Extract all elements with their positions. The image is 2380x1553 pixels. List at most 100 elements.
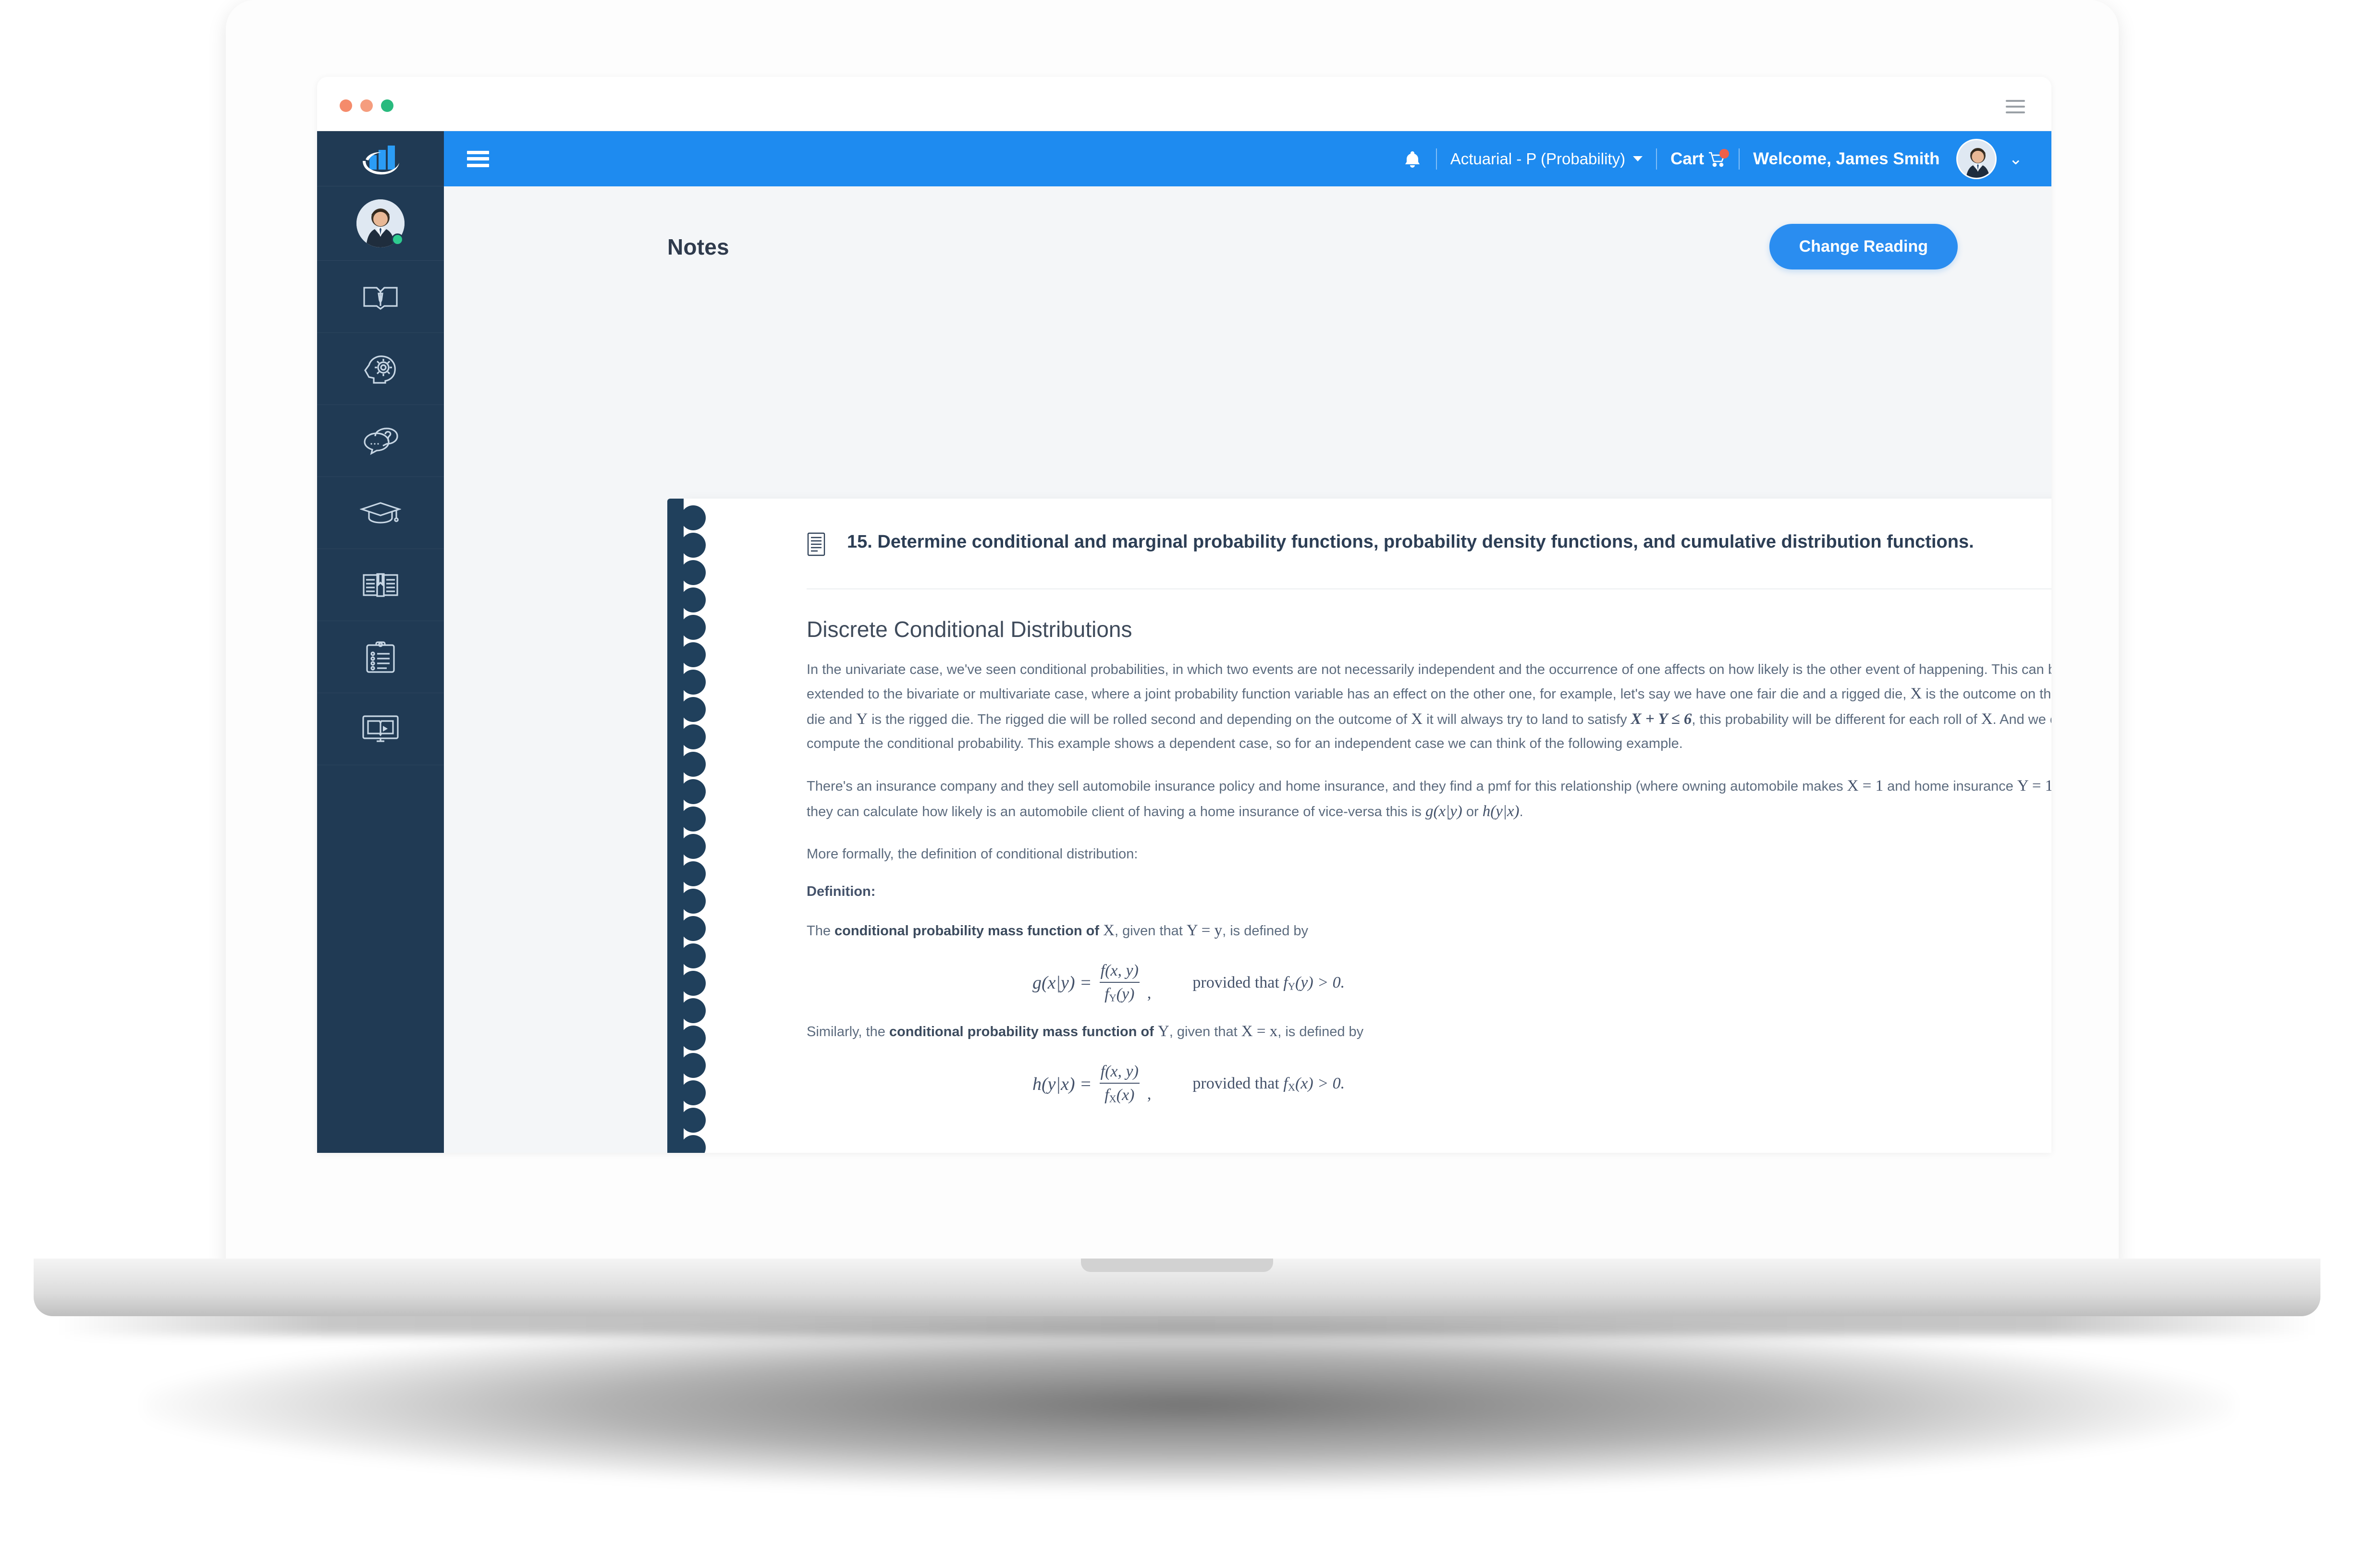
denominator-subscript: Y [1109,992,1116,1004]
sidebar-item-qa-forum[interactable] [317,405,444,477]
browser-window: Actuarial - P (Probability) Cart Welcome… [317,77,2051,1153]
spiral-ring [681,615,706,640]
browser-menu-icon[interactable] [2006,100,2025,113]
condition-text: provided that [1192,1074,1279,1092]
spiral-ring [681,916,706,941]
close-window-button[interactable] [340,99,352,112]
spiral-ring [681,724,706,749]
topbar-right-cluster: Actuarial - P (Probability) Cart Welcome… [1404,131,2023,186]
definition-bold-text: conditional probability mass function of [889,1024,1158,1039]
minimize-window-button[interactable] [360,99,373,112]
top-navigation-bar: Actuarial - P (Probability) Cart Welcome… [444,131,2051,186]
divider [1656,148,1657,170]
text-fragment: There's an insurance company and they se… [807,778,1847,794]
denominator-arg: (y) [1116,985,1135,1003]
paragraph-univariate: In the univariate case, we've seen condi… [807,659,2051,755]
formula-h-y-given-x: h(y|x) = f(x, y) fX(x) , provided that f… [807,1063,2051,1105]
profile-avatar[interactable] [1956,138,1997,179]
text-fragment: , given that [1169,1024,1241,1039]
denominator-subscript: X [1109,1093,1116,1105]
divider [1739,148,1740,170]
math-x-equals-1: X = 1 [1847,777,1884,795]
spiral-ring [681,670,706,695]
math-x: X [1981,710,1993,728]
sidebar-item-learning[interactable] [317,333,444,405]
sidebar-item-exams[interactable] [317,477,444,549]
spiral-ring [681,1108,706,1133]
maximize-window-button[interactable] [381,99,393,112]
paragraph-insurance: There's an insurance company and they se… [807,773,2051,825]
content-area: Notes Change Reading 15. Determine condi… [444,186,2051,1153]
text-fragment: In the univariate case, we've seen condi… [807,662,2051,702]
fraction-numerator: f(x, y) [1100,962,1139,980]
text-fragment: , this probability will be different for… [1692,712,1981,728]
text-fragment: The [807,923,835,939]
math-inequality: X + Y ≤ 6 [1631,710,1692,728]
change-reading-button[interactable]: Change Reading [1769,224,1958,269]
spiral-ring [681,1026,706,1051]
profile-chevron-down-icon[interactable]: ⌄ [2009,151,2023,167]
head-gear-icon [364,355,396,384]
chevron-down-icon [1633,156,1643,161]
spiral-ring [681,1053,706,1078]
formula-g-x-given-y: g(x|y) = f(x, y) fY(y) , provided that f… [807,962,2051,1004]
spiral-ring [681,807,706,832]
laptop-drop-shadow [144,1319,2234,1492]
page-title: Notes [667,234,729,259]
spiral-ring [681,642,706,667]
app-logo[interactable] [317,131,444,186]
sidebar-item-study-manual[interactable] [317,261,444,333]
welcome-message: Welcome, James Smith [1753,149,1940,168]
fraction-numerator: f(x, y) [1100,1063,1139,1081]
denominator-fn: f [1104,985,1109,1003]
definition-label: Definition: [807,883,876,899]
spiral-ring [681,533,706,558]
sidebar-item-quizzes[interactable] [317,621,444,693]
denominator-arg: (x) [1116,1086,1135,1104]
shopping-cart-icon [1708,148,1730,167]
math-h-y-given-x: h(y|x) [1482,803,1520,820]
formula-condition: provided that fY(y) > 0. [1192,974,1345,993]
math-g-x-given-y: g(x|y) [1425,803,1462,820]
section-heading: Discrete Conditional Distributions [807,617,1132,642]
divider [1435,148,1437,170]
objective-heading-row: 15. Determine conditional and marginal p… [807,529,2051,559]
text-fragment: it will always try to land to satisfy [1423,712,1631,728]
math-y: Y [856,710,868,728]
sidebar-user-avatar[interactable] [317,186,444,261]
course-selector[interactable]: Actuarial - P (Probability) [1450,150,1643,168]
definition-y-line: Similarly, the conditional probability m… [807,1019,2051,1044]
text-fragment: is the rigged die. The rigged die will b… [868,712,1411,728]
text-fragment: , is defined by [1222,923,1309,939]
spiral-ring [681,971,706,996]
math-x: X [1411,710,1423,728]
spiral-ring [681,779,706,804]
sidebar-item-video-lessons[interactable] [317,693,444,765]
math-y-equals-1: Y = 1 [2017,777,2051,795]
application-root: Actuarial - P (Probability) Cart Welcome… [317,131,2051,1153]
fraction-denominator: fX(x) [1100,1083,1140,1105]
formula-lhs: h(y|x) = [1032,1074,1092,1094]
math-x: X [1910,685,1922,702]
page-header: Notes Change Reading [444,186,2051,269]
text-fragment: Similarly, the [807,1024,889,1039]
formula-comma: , [1147,984,1152,1002]
sidebar-item-notes[interactable] [317,549,444,621]
cart-label: Cart [1670,149,1705,168]
formula-lhs: g(x|y) = [1032,973,1092,993]
spiral-ring [681,861,706,886]
window-controls[interactable] [340,99,393,112]
cart-button[interactable]: Cart [1670,148,1730,169]
spiral-ring [681,889,706,914]
video-book-icon [362,715,399,742]
definition-x-line: The conditional probability mass functio… [807,918,2051,943]
question-bubble-icon [364,427,398,455]
menu-toggle-icon[interactable] [467,150,489,167]
condition-function: fX(x) > 0. [1283,1074,1345,1093]
laptop-trackpad-notch [1081,1259,1273,1272]
spiral-ring [681,998,706,1023]
notification-bell-icon[interactable] [1404,150,1421,168]
fraction: f(x, y) fX(x) [1096,1063,1143,1105]
spiral-ring [681,587,706,612]
spiral-ring [681,834,706,859]
